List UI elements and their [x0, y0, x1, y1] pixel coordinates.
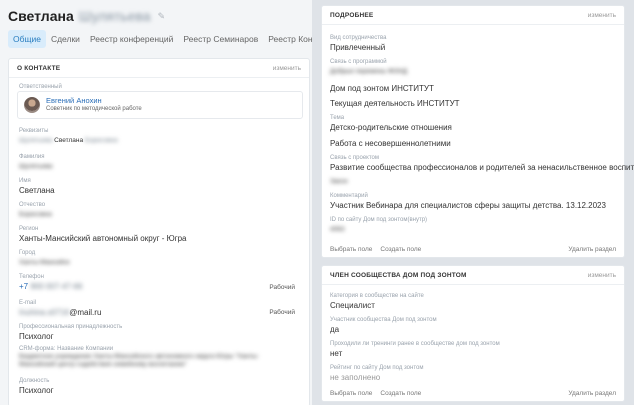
responsible-role: Советник по методической работе	[46, 106, 142, 112]
topic-value-1: Детско-родительские отношения	[330, 123, 452, 132]
pencil-icon[interactable]: ✎	[158, 11, 166, 22]
tab-conferences[interactable]: Реестр конференций	[85, 30, 178, 48]
details-card: ПОДРОБНЕЕ изменить Вид сотрудничества Пр…	[321, 5, 634, 258]
contact-last-name: Шулятьева	[78, 8, 151, 24]
about-contact-card: О КОНТАКТЕ изменить Ответственный Евгени…	[8, 58, 310, 405]
surname-label: Фамилия	[19, 154, 45, 160]
crm-value-line2: Мансийский центр содействия семейному во…	[19, 361, 187, 368]
avatar	[24, 97, 40, 113]
rating-label: Рейтинг по сайту Дом под зонтом	[330, 365, 424, 371]
choose-field-button[interactable]: Выбрать поле	[330, 246, 372, 253]
contact-first-name: Светлана	[8, 8, 74, 24]
edit-button[interactable]: изменить	[588, 272, 616, 279]
card-title: О КОНТАКТЕ	[17, 64, 61, 72]
create-field-button[interactable]: Создать поле	[380, 246, 421, 253]
tab-general[interactable]: Общие	[8, 30, 46, 48]
city-value: Ханты-Мансийск	[19, 259, 70, 266]
project-value-2: Закон	[330, 178, 348, 185]
crm-label: CRM-форма: Название Компании	[19, 346, 114, 352]
project-value-1: Развитие сообщества профессионалов и род…	[330, 163, 634, 172]
patronymic-label: Отчество	[19, 202, 46, 208]
comment-label: Комментарий	[330, 193, 368, 199]
program-value-3: Текущая деятельность ИНСТИТУТ	[330, 99, 460, 108]
email-label: E-mail	[19, 300, 37, 306]
category-value: Специалист	[330, 301, 375, 310]
site-id-value: 4063	[330, 226, 345, 233]
participant-value: да	[330, 325, 340, 334]
contact-left-panel: Светлана Шулятьева ✎ Общие Сделки Реестр…	[0, 0, 312, 405]
employee-type-value: Привлеченный	[330, 43, 386, 52]
responsible-card[interactable]: Евгений Анохин Советник по методической …	[17, 91, 303, 119]
crm-value-line1: Бюджетное учреждение Ханты-Мансийского а…	[19, 353, 259, 360]
phone-type[interactable]: Рабочий	[269, 284, 295, 291]
tab-deals[interactable]: Сделки	[46, 30, 85, 48]
community-member-card: ЧЛЕН СООБЩЕСТВА ДОМ ПОД ЗОНТОМ изменить …	[321, 265, 625, 402]
name-value: Светлана	[19, 186, 55, 195]
comment-value: Участник Вебинара для специалистов сферы…	[330, 201, 606, 210]
tab-bar: Общие Сделки Реестр конференций Реестр С…	[8, 30, 312, 48]
create-field-button[interactable]: Создать поле	[380, 390, 421, 397]
delete-section-button[interactable]: Удалить раздел	[568, 390, 616, 397]
patronymic-value: Борисовна	[19, 211, 52, 218]
surname-value: Шулятьева	[19, 163, 53, 170]
email-value[interactable]: Inuhina.s0716@mail.ru	[19, 307, 101, 318]
email-type[interactable]: Рабочий	[269, 309, 295, 316]
name-label: Имя	[19, 178, 31, 184]
topic-label: Тема	[330, 115, 345, 121]
tab-consultations[interactable]: Реестр Консультаций	[263, 30, 312, 48]
prof-value: Психолог	[19, 332, 54, 341]
card-title: ЧЛЕН СООБЩЕСТВА ДОМ ПОД ЗОНТОМ	[330, 271, 467, 279]
edit-button[interactable]: изменить	[273, 65, 301, 72]
edit-button[interactable]: изменить	[588, 12, 616, 19]
requisites-value: Шулятьева Светлана Борисовна	[19, 137, 118, 144]
training-value: нет	[330, 349, 343, 358]
responsible-label: Ответственный	[19, 84, 62, 90]
site-id-label: ID по сайту Дом под зонтом(внутр)	[330, 217, 428, 223]
project-label: Связь с проектом	[330, 155, 380, 161]
responsible-name[interactable]: Евгений Анохин	[46, 96, 102, 105]
region-value: Ханты-Мансийский автономный округ - Югра	[19, 234, 187, 243]
position-label: Должность	[19, 378, 50, 384]
region-label: Регион	[19, 226, 39, 232]
rating-value: не заполнено	[330, 373, 381, 382]
phone-value[interactable]: +7 900 007-47-66	[19, 281, 82, 292]
tab-seminars[interactable]: Реестр Семинаров	[178, 30, 263, 48]
program-value-1: Добрые перемены ФОНД	[330, 68, 408, 75]
choose-field-button[interactable]: Выбрать поле	[330, 390, 372, 397]
employee-type-label: Вид сотрудничества	[330, 35, 387, 41]
position-value: Психолог	[19, 386, 54, 395]
delete-section-button[interactable]: Удалить раздел	[568, 246, 616, 253]
prof-label: Профессиональная принадлежность	[19, 324, 123, 330]
category-label: Категория в сообществе на сайте	[330, 293, 424, 299]
program-label: Связь с программой	[330, 59, 387, 65]
topic-value-2: Работа с несовершеннолетними	[330, 139, 451, 148]
city-label: Город	[19, 250, 36, 256]
training-label: Проходили ли тренинги ранее в сообществе…	[330, 341, 500, 347]
card-title: ПОДРОБНЕЕ	[330, 11, 374, 19]
program-value-2: Дом под зонтом ИНСТИТУТ	[330, 84, 434, 93]
page-title: Светлана Шулятьева ✎	[8, 8, 165, 24]
requisites-label: Реквизиты	[19, 128, 49, 134]
phone-label: Телефон	[19, 274, 44, 280]
participant-label: Участник сообщества Дом под зонтом	[330, 317, 437, 323]
